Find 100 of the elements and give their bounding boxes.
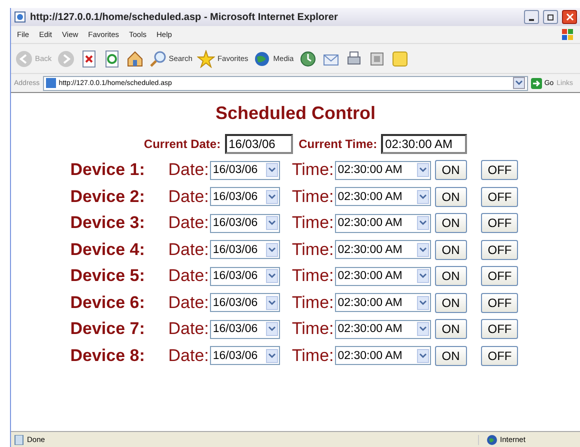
time-dropdown[interactable]: 02:30:00 AM — [334, 266, 431, 286]
print-button[interactable] — [344, 50, 363, 68]
on-button[interactable]: ON — [434, 346, 467, 366]
off-button[interactable]: OFF — [480, 346, 518, 366]
time-dropdown[interactable]: 02:30:00 AM — [334, 160, 431, 180]
off-button[interactable]: OFF — [480, 319, 518, 340]
time-label: Time: — [292, 266, 334, 286]
stop-button[interactable] — [80, 50, 98, 68]
time-label: Time: — [292, 319, 334, 340]
caret-icon — [416, 269, 429, 284]
date-dropdown[interactable]: 16/03/06 — [210, 160, 280, 180]
refresh-icon — [102, 50, 121, 68]
time-label: Time: — [292, 292, 334, 313]
caret-icon — [416, 163, 429, 178]
close-icon — [566, 13, 574, 21]
caret-icon — [266, 348, 278, 363]
time-dropdown[interactable]: 02:30:00 AM — [334, 214, 431, 233]
date-dropdown[interactable]: 16/03/06 — [210, 240, 280, 260]
history-icon — [298, 50, 317, 68]
off-button[interactable]: OFF — [480, 240, 518, 260]
field-label: Current Time: — [298, 137, 378, 151]
off-button[interactable]: OFF — [480, 160, 518, 180]
date-dropdown[interactable]: 16/03/06 — [210, 187, 280, 206]
device-label: Device 4: — [70, 240, 146, 260]
on-button[interactable]: ON — [434, 160, 467, 180]
browser-icon — [14, 11, 26, 23]
back-icon — [15, 50, 33, 68]
caret-icon — [416, 242, 429, 257]
date-label: Date: — [168, 240, 209, 260]
on-button[interactable]: ON — [434, 319, 467, 340]
home-button[interactable] — [126, 50, 144, 68]
caret-icon — [416, 348, 429, 363]
globe-icon — [487, 434, 497, 444]
off-button[interactable]: OFF — [480, 213, 518, 234]
time-dropdown[interactable]: 02:30:00 AM — [334, 320, 431, 339]
caret-icon — [266, 163, 278, 178]
off-button[interactable]: OFF — [480, 292, 518, 313]
date-label: Date: — [168, 346, 209, 366]
window-title: http://127.0.0.1/home/scheduled.asp - Microsoft Internet Explorer — [30, 12, 339, 22]
device-label: Device 1: — [70, 160, 146, 180]
time-label: Time: — [292, 186, 334, 207]
time-label: Time: — [292, 346, 334, 366]
windows-flag-icon — [562, 28, 574, 40]
time-dropdown[interactable]: 02:30:00 AM — [334, 293, 431, 312]
caret-icon — [266, 242, 278, 257]
print-icon — [344, 50, 363, 68]
date-label: Date: — [168, 292, 209, 313]
go-arrow-icon — [531, 78, 542, 88]
stop-icon — [80, 50, 98, 68]
caret-icon — [416, 296, 429, 310]
date-dropdown[interactable]: 16/03/06 — [210, 266, 280, 286]
refresh-button[interactable] — [102, 50, 121, 68]
restore-button[interactable] — [543, 10, 558, 24]
time-dropdown[interactable]: 02:30:00 AM — [334, 187, 431, 206]
date-label: Date: — [168, 160, 209, 180]
device-label: Device 8: — [70, 346, 146, 366]
page-title: Scheduled Control — [215, 103, 376, 124]
device-label: Device 3: — [70, 213, 146, 234]
device-label: Device 7: — [70, 319, 146, 340]
caret-icon — [266, 269, 278, 284]
on-button[interactable]: ON — [434, 292, 467, 313]
note-icon — [390, 50, 409, 68]
caret-icon — [416, 322, 429, 336]
time-label: Time: — [292, 213, 334, 234]
caret-icon — [266, 216, 278, 230]
field-label: Current Date: — [144, 137, 221, 151]
date-dropdown[interactable]: 16/03/06 — [210, 346, 280, 366]
caret-icon[interactable] — [513, 77, 526, 89]
device-label: Device 6: — [70, 292, 146, 313]
caret-icon — [266, 190, 278, 204]
device-label: Device 5: — [70, 266, 146, 286]
caret-icon — [266, 296, 278, 310]
on-button[interactable]: ON — [434, 266, 467, 286]
off-button[interactable]: OFF — [480, 266, 518, 286]
minimize-button[interactable] — [524, 10, 539, 24]
history-button[interactable] — [298, 50, 317, 68]
on-button[interactable]: ON — [434, 240, 467, 260]
caret-icon — [416, 216, 429, 230]
home-icon — [126, 50, 144, 68]
current-time-field[interactable]: 02:30:00 AM — [381, 134, 468, 154]
close-button[interactable] — [562, 10, 577, 24]
caret-icon — [266, 322, 278, 336]
media-icon — [253, 50, 272, 68]
date-dropdown[interactable]: 16/03/06 — [210, 214, 280, 233]
date-dropdown[interactable]: 16/03/06 — [210, 293, 280, 312]
date-label: Date: — [168, 266, 209, 286]
date-label: Date: — [168, 186, 209, 207]
time-label: Time: — [292, 160, 334, 180]
date-dropdown[interactable]: 16/03/06 — [210, 320, 280, 339]
time-label: Time: — [292, 240, 334, 260]
time-dropdown[interactable]: 02:30:00 AM — [334, 240, 431, 260]
off-button[interactable]: OFF — [480, 186, 518, 207]
on-button[interactable]: ON — [434, 213, 467, 234]
device-label: Device 2: — [70, 186, 146, 207]
on-button[interactable]: ON — [434, 186, 467, 207]
search-icon — [148, 50, 167, 68]
restore-icon — [546, 13, 554, 21]
forward-icon — [56, 50, 75, 68]
current-date-field[interactable]: 16/03/06 — [224, 134, 293, 154]
time-dropdown[interactable]: 02:30:00 AM — [334, 346, 431, 366]
